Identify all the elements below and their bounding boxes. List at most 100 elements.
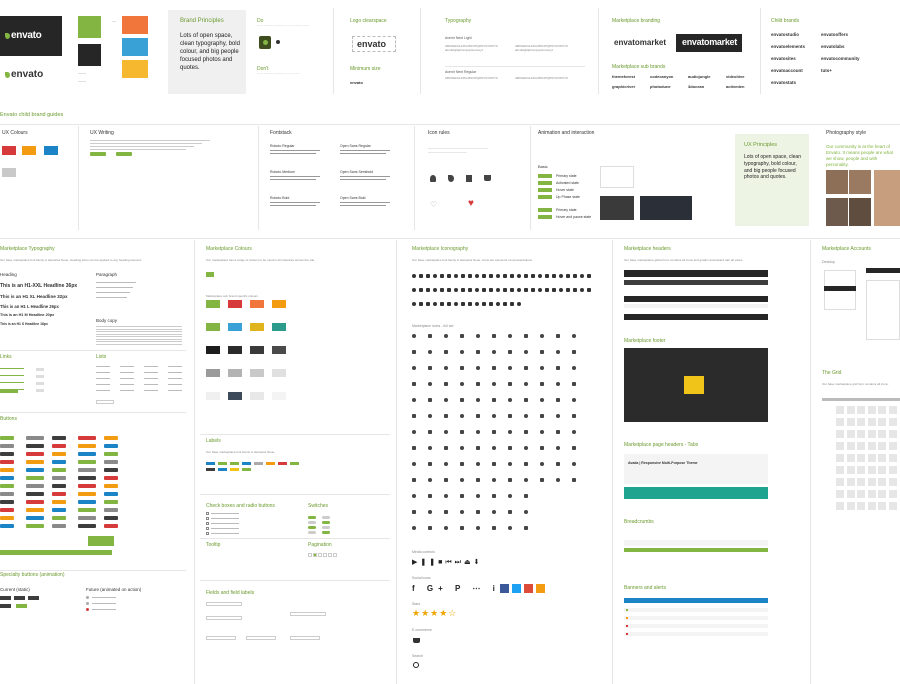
switch-toggle[interactable] — [308, 521, 316, 524]
button-sample[interactable] — [0, 500, 14, 504]
page-number[interactable] — [333, 553, 337, 557]
input-field[interactable] — [206, 636, 236, 640]
star-rating[interactable]: ★★★★☆ — [412, 608, 457, 619]
button-sample[interactable] — [0, 436, 14, 440]
heart-filled-icon[interactable]: ♥ — [468, 198, 474, 209]
page-number[interactable] — [328, 553, 332, 557]
button-sample[interactable] — [52, 436, 66, 440]
button-sample[interactable] — [52, 508, 66, 512]
button-sample[interactable] — [26, 460, 44, 464]
switch-toggle[interactable] — [322, 521, 330, 524]
button-sample[interactable] — [104, 492, 118, 496]
input-field[interactable] — [246, 636, 276, 640]
switch-toggle[interactable] — [322, 531, 330, 534]
state-button[interactable] — [538, 188, 552, 192]
switch-toggle[interactable] — [322, 516, 330, 519]
checkbox[interactable] — [206, 532, 209, 535]
link-sample[interactable] — [0, 382, 24, 383]
button-sample[interactable] — [104, 516, 118, 520]
button-sample[interactable] — [78, 516, 96, 520]
spec-button[interactable] — [14, 596, 25, 600]
cart-icon[interactable] — [413, 638, 420, 643]
button-sample[interactable] — [26, 468, 44, 472]
link-sample[interactable] — [0, 375, 24, 376]
writing-button-1[interactable] — [90, 152, 106, 156]
button-sample[interactable] — [0, 452, 14, 456]
button-sample[interactable] — [78, 460, 96, 464]
button-sample[interactable] — [104, 500, 118, 504]
social-icon[interactable] — [536, 584, 545, 593]
page-number[interactable] — [308, 553, 312, 557]
button-sample[interactable] — [52, 468, 66, 472]
heart-outline-icon[interactable]: ♡ — [430, 200, 437, 209]
button-sample[interactable] — [52, 524, 66, 528]
switch-toggle[interactable] — [308, 526, 316, 529]
button-sample[interactable] — [78, 500, 96, 504]
list-button[interactable] — [96, 400, 114, 404]
button-sample[interactable] — [104, 460, 118, 464]
button-sample[interactable] — [52, 484, 66, 488]
input-field[interactable] — [290, 636, 320, 640]
checkbox[interactable] — [206, 527, 209, 530]
checkbox[interactable] — [206, 517, 209, 520]
button-sample[interactable] — [52, 492, 66, 496]
social-icons[interactable]: f G+ P ⋯ in — [412, 584, 510, 593]
button-sample[interactable] — [26, 508, 44, 512]
checkbox[interactable] — [206, 522, 209, 525]
checkbox[interactable] — [206, 512, 209, 515]
button-sample[interactable] — [0, 460, 14, 464]
button-sample[interactable] — [26, 476, 44, 480]
spec-button[interactable] — [0, 596, 11, 600]
button-sample[interactable] — [104, 468, 118, 472]
button-sample[interactable] — [0, 468, 14, 472]
media-controls[interactable]: ▶❚❚■⏮⏭⏏⬇ — [412, 558, 482, 567]
page-number[interactable] — [313, 553, 317, 557]
button-sample[interactable] — [26, 444, 44, 448]
input-field[interactable] — [206, 602, 242, 606]
button-sample[interactable] — [52, 476, 66, 480]
link-sample[interactable] — [0, 368, 24, 369]
button-sample[interactable] — [0, 524, 14, 528]
button-sample[interactable] — [104, 476, 118, 480]
input-field[interactable] — [290, 612, 326, 616]
spec-button[interactable] — [28, 596, 39, 600]
button-sample[interactable] — [26, 452, 44, 456]
state-button[interactable] — [538, 215, 552, 219]
button-sample[interactable] — [52, 444, 66, 448]
state-button[interactable] — [538, 174, 552, 178]
button-sample[interactable] — [52, 460, 66, 464]
social-icon[interactable] — [512, 584, 521, 593]
large-button[interactable] — [88, 536, 114, 546]
switch-toggle[interactable] — [308, 516, 316, 519]
button-sample[interactable] — [78, 492, 96, 496]
button-sample[interactable] — [78, 524, 96, 528]
button-sample[interactable] — [26, 516, 44, 520]
button-sample[interactable] — [0, 484, 14, 488]
button-sample[interactable] — [52, 500, 66, 504]
button-sample[interactable] — [26, 484, 44, 488]
social-icon[interactable] — [500, 584, 509, 593]
search-icon[interactable] — [413, 662, 419, 668]
wide-button[interactable] — [0, 550, 112, 555]
button-sample[interactable] — [78, 452, 96, 456]
link-button[interactable] — [0, 389, 18, 393]
spec-button[interactable] — [16, 604, 27, 608]
button-sample[interactable] — [26, 500, 44, 504]
state-button[interactable] — [538, 181, 552, 185]
button-sample[interactable] — [26, 524, 44, 528]
button-sample[interactable] — [0, 492, 14, 496]
button-sample[interactable] — [104, 444, 118, 448]
writing-button-2[interactable] — [116, 152, 132, 156]
button-sample[interactable] — [26, 492, 44, 496]
button-sample[interactable] — [104, 524, 118, 528]
button-sample[interactable] — [0, 444, 14, 448]
button-sample[interactable] — [78, 468, 96, 472]
button-sample[interactable] — [104, 452, 118, 456]
button-sample[interactable] — [0, 476, 14, 480]
button-sample[interactable] — [0, 516, 14, 520]
switch-toggle[interactable] — [322, 526, 330, 529]
button-sample[interactable] — [0, 508, 14, 512]
button-sample[interactable] — [78, 444, 96, 448]
button-sample[interactable] — [78, 484, 96, 488]
state-button[interactable] — [538, 195, 552, 199]
